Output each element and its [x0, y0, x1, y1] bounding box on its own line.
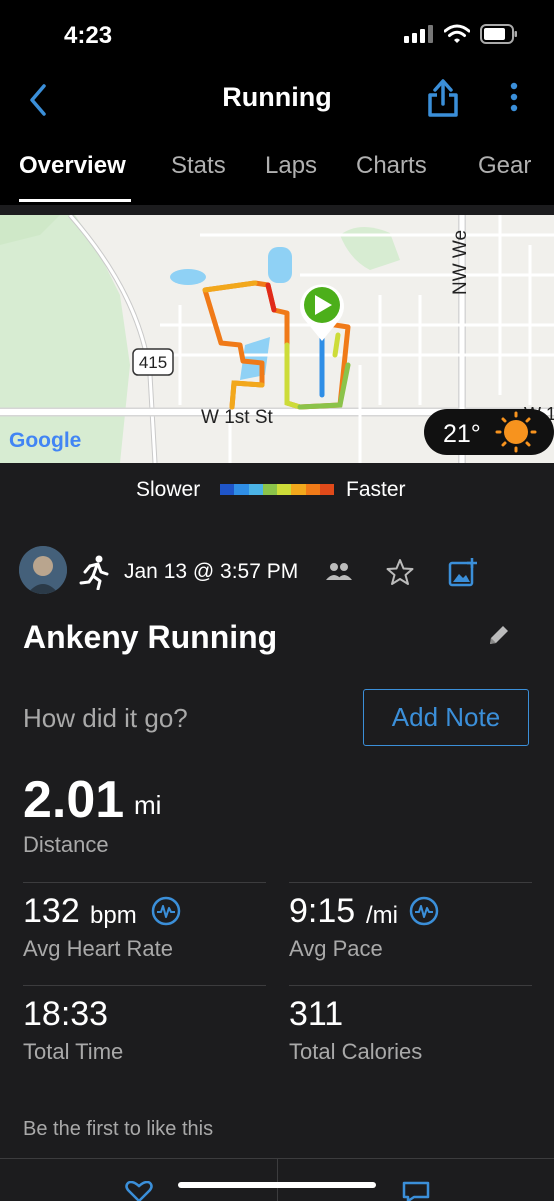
- weather-temperature: 21°: [443, 420, 481, 448]
- avatar[interactable]: [19, 546, 67, 594]
- tab-bar: Overview Stats Laps Charts Gear: [0, 142, 554, 204]
- heart-rate-chart-icon[interactable]: [151, 896, 181, 926]
- pace-color-segment: [262, 484, 277, 495]
- tab-gear[interactable]: Gear: [478, 152, 531, 180]
- running-activity-icon: [79, 555, 109, 590]
- divider: [23, 985, 266, 986]
- total-time-label: Total Time: [23, 1039, 124, 1064]
- battery-icon: [480, 24, 517, 44]
- tab-charts[interactable]: Charts: [356, 152, 427, 180]
- route-415-label: 415: [139, 353, 167, 372]
- wifi-icon: [444, 24, 470, 43]
- add-photo-icon[interactable]: [448, 557, 478, 587]
- likes-text: Be the first to like this: [23, 1118, 214, 1140]
- pace-color-segment: [277, 484, 292, 495]
- distance-unit: mi: [134, 790, 162, 820]
- pace-chart-icon[interactable]: [409, 896, 439, 926]
- header-area: 4:23 Running Overview Stats Laps Charts …: [0, 0, 554, 205]
- pace-legend: Slower Faster: [0, 470, 554, 506]
- activity-date: Jan 13 @ 3:57 PM: [124, 560, 299, 583]
- edit-pencil-icon[interactable]: [486, 622, 512, 648]
- map-canvas: 415 W 1st St NW We W 1 Google 21°: [0, 215, 554, 463]
- distance-value: 2.01: [23, 771, 125, 829]
- like-heart-icon[interactable]: [124, 1181, 154, 1201]
- active-tab-indicator: [19, 199, 131, 202]
- calories-label: Total Calories: [289, 1039, 423, 1064]
- pace-color-segment: [319, 484, 334, 495]
- pace-color-segment: [305, 484, 320, 495]
- heart-rate-unit: bpm: [90, 902, 137, 929]
- pace-label: Avg Pace: [289, 936, 383, 961]
- favorite-star-icon[interactable]: [386, 558, 414, 586]
- legend-slower-label: Slower: [136, 478, 201, 501]
- distance-label: Distance: [23, 832, 109, 857]
- heart-rate-value: 132: [23, 892, 80, 930]
- home-indicator[interactable]: [178, 1182, 376, 1188]
- comment-icon[interactable]: [402, 1181, 430, 1201]
- add-note-button[interactable]: Add Note: [363, 689, 529, 746]
- feedback-prompt: How did it go?: [23, 703, 188, 733]
- connections-icon[interactable]: [326, 562, 352, 582]
- tab-laps[interactable]: Laps: [265, 152, 317, 180]
- divider: [23, 882, 266, 883]
- calories-value: 311: [289, 995, 344, 1033]
- pace-color-scale: [220, 484, 334, 495]
- social-action-bar: [0, 1158, 554, 1201]
- tab-overview[interactable]: Overview: [19, 152, 126, 180]
- street-label-nw: NW We: [450, 230, 471, 295]
- route-map[interactable]: 415 W 1st St NW We W 1 Google 21°: [0, 215, 554, 463]
- heart-rate-label: Avg Heart Rate: [23, 936, 174, 961]
- page-title: Running: [222, 82, 332, 112]
- cellular-signal-icon: [404, 25, 433, 43]
- activity-title: Ankeny Running: [23, 619, 278, 655]
- legend-faster-label: Faster: [346, 478, 406, 501]
- total-time-value: 18:33: [23, 995, 109, 1033]
- street-label-w1st: W 1st St: [201, 407, 274, 428]
- divider: [289, 985, 532, 986]
- pace-color-segment: [248, 484, 263, 495]
- nav-bar: Running: [0, 70, 554, 130]
- activity-meta-row: Jan 13 @ 3:57 PM: [0, 544, 554, 602]
- pace-value: 9:15: [289, 892, 356, 930]
- status-time: 4:23: [64, 22, 113, 49]
- pace-unit: /mi: [366, 902, 398, 929]
- tab-stats[interactable]: Stats: [171, 152, 226, 180]
- pace-color-segment: [220, 484, 235, 495]
- divider: [277, 1159, 278, 1201]
- status-icons: [404, 24, 518, 44]
- more-options-icon[interactable]: [508, 82, 520, 114]
- pace-color-segment: [291, 484, 306, 495]
- share-icon[interactable]: [426, 78, 460, 118]
- status-bar: 4:23: [0, 0, 554, 70]
- pace-color-segment: [234, 484, 249, 495]
- divider: [289, 882, 532, 883]
- google-logo: Google: [9, 429, 81, 452]
